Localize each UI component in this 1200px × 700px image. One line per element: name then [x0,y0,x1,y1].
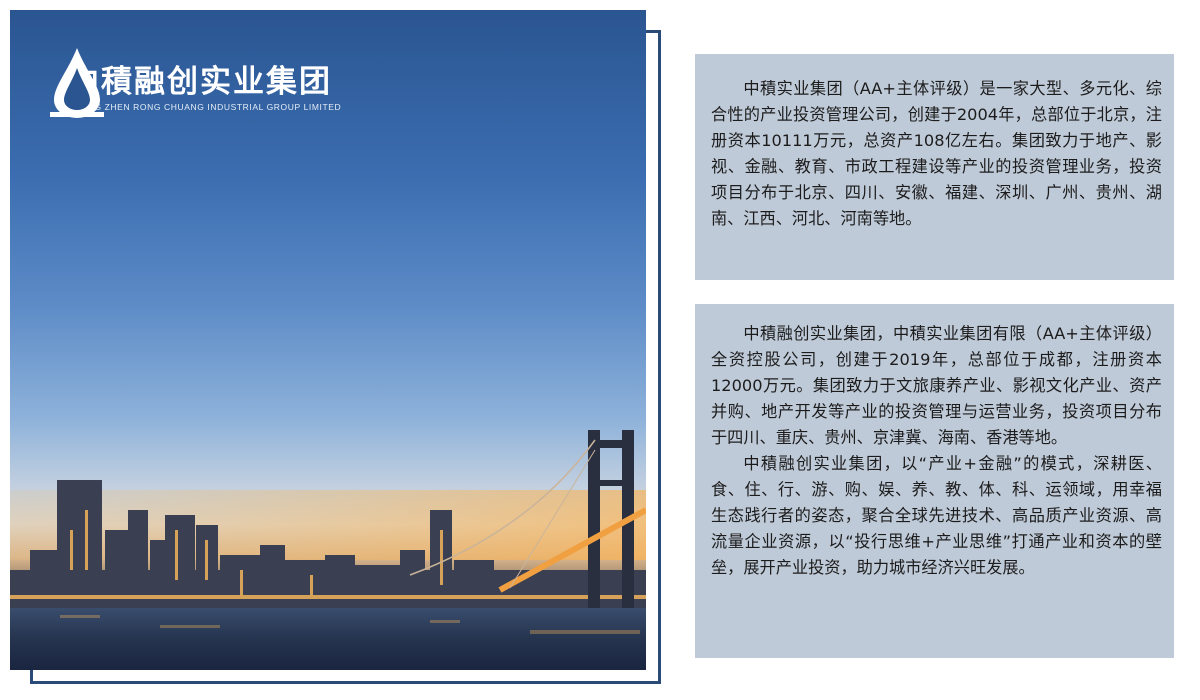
river-water [10,608,646,670]
droplet-logo-icon [50,48,104,118]
group-intro-paragraph: 中積实业集团（AA+主体评级）是一家大型、多元化、综合性的产业投资管理公司，创建… [711,79,1162,228]
group-intro-box: 中積实业集团（AA+主体评级）是一家大型、多元化、综合性的产业投资管理公司，创建… [695,54,1174,280]
subsidiary-intro-box: 中積融创实业集团，中積实业集团有限（AA+主体评级）全资控股公司，创建于2019… [695,304,1174,658]
brand-name-en: ZHONG ZHEN RONG CHUANG INDUSTRIAL GROUP … [68,102,342,112]
subsidiary-intro-paragraph-1: 中積融创实业集团，中積实业集团有限（AA+主体评级）全资控股公司，创建于2019… [711,324,1162,447]
brand-logo: 中積融创实业集团 ZHONG ZHEN RONG CHUANG INDUSTRI… [48,46,342,118]
brand-name-cn: 中積融创实业集团 [68,64,332,100]
subsidiary-intro-paragraph-2: 中積融创实业集团，以“产业+金融”的模式，深耕医、食、住、行、游、购、娱、养、教… [711,454,1162,577]
city-skyline-photo: 中積融创实业集团 ZHONG ZHEN RONG CHUANG INDUSTRI… [10,10,646,670]
company-intro-page: 中積融创实业集团 ZHONG ZHEN RONG CHUANG INDUSTRI… [0,0,1200,700]
